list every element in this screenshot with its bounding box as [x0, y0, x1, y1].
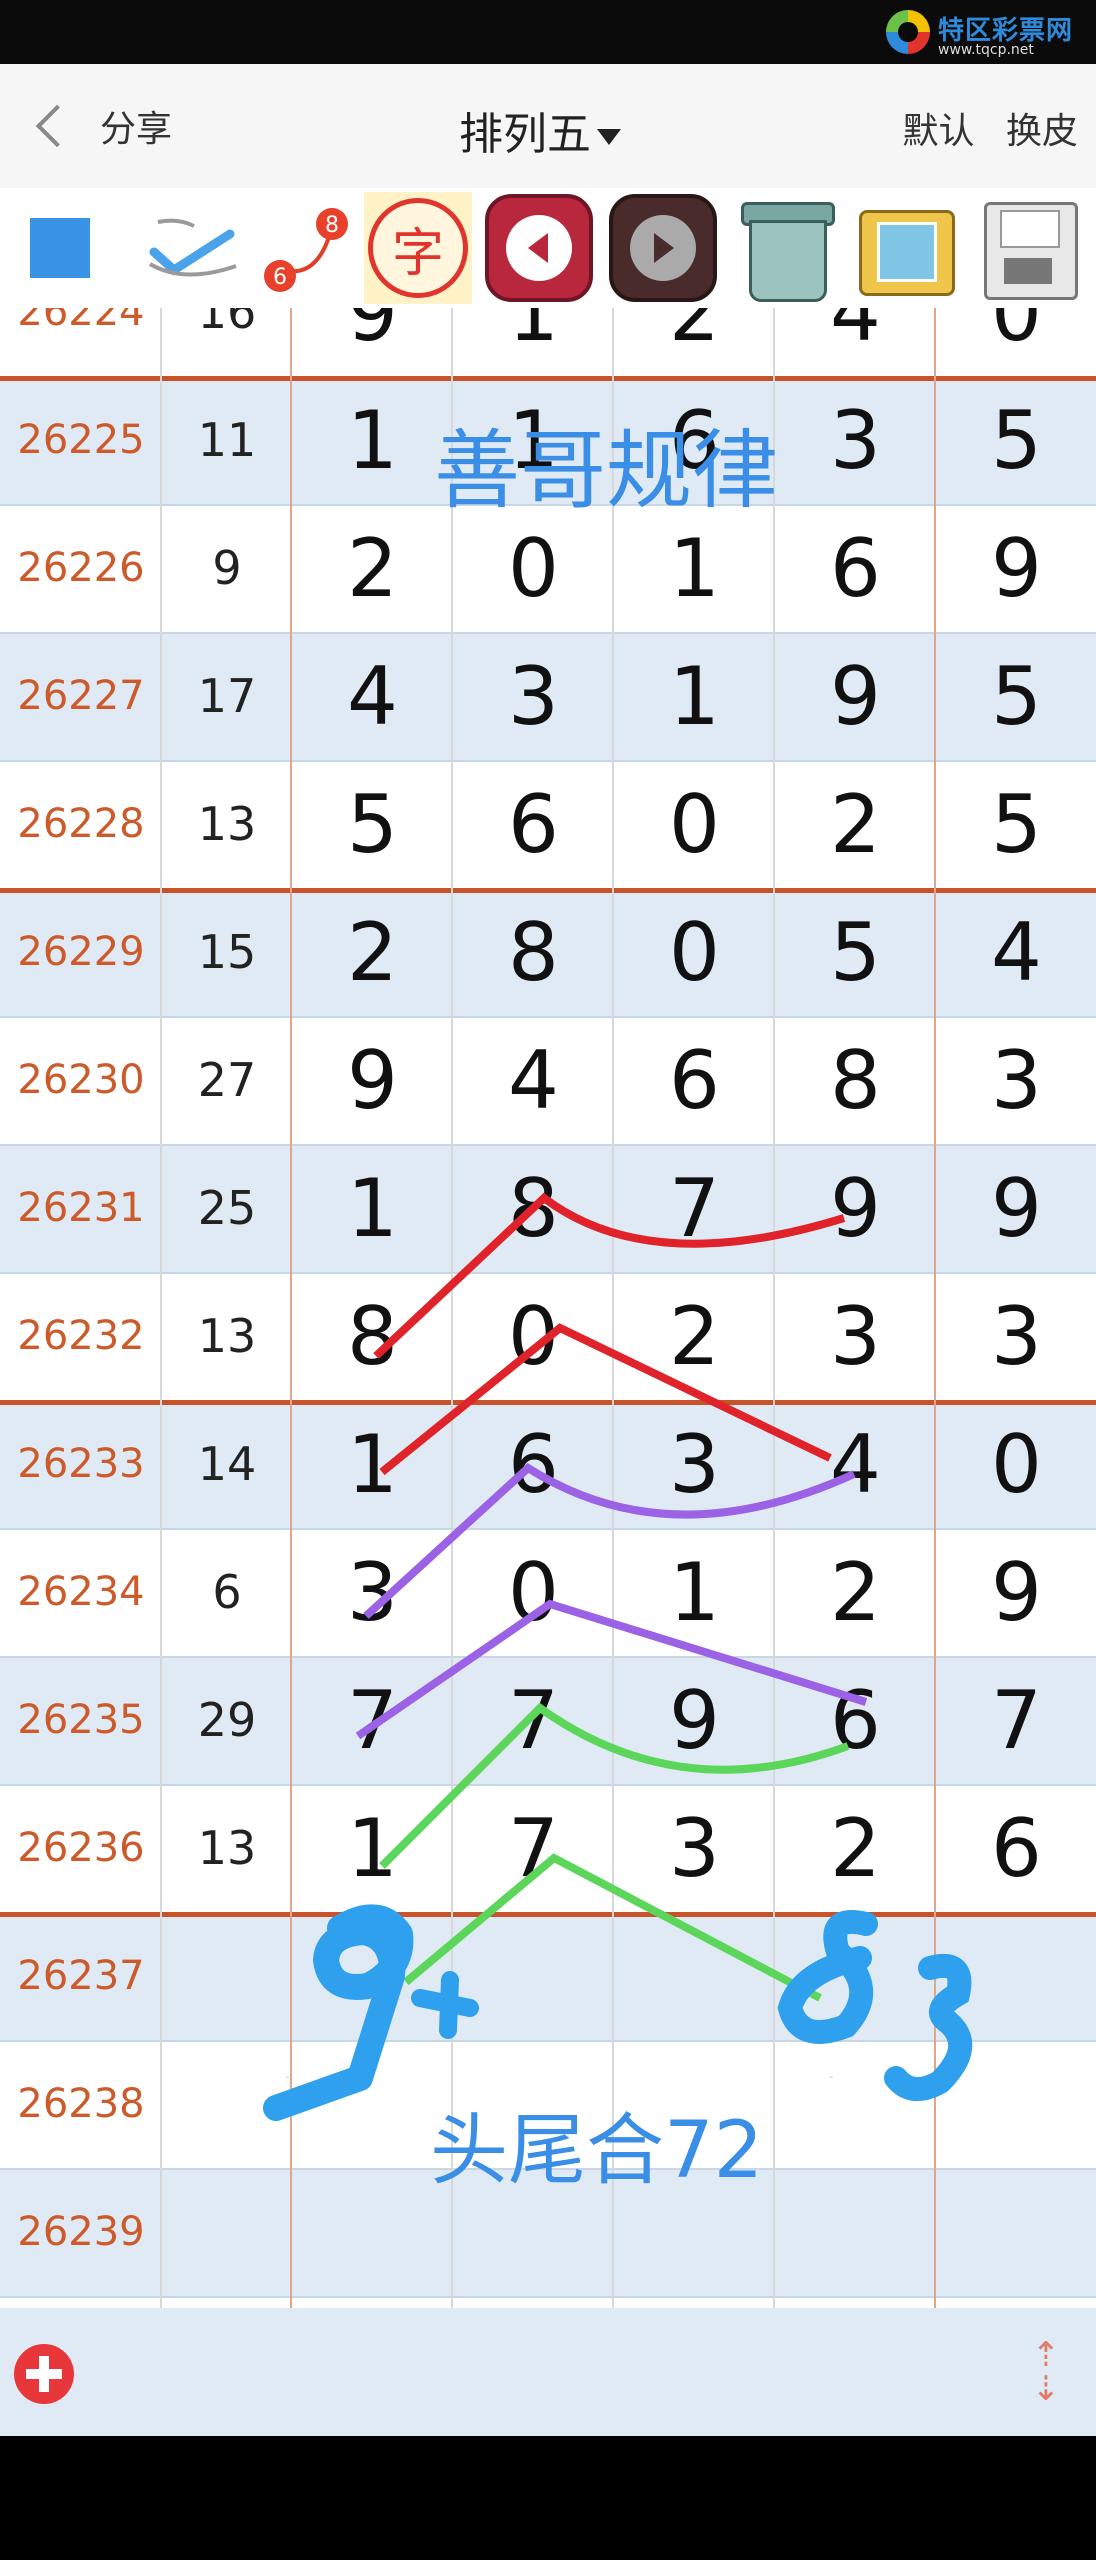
character-icon: 字	[364, 192, 472, 304]
connect-line-icon: 8 6	[264, 208, 348, 292]
save-floppy-icon	[978, 196, 1078, 300]
color-square-icon	[30, 218, 90, 278]
redo-button[interactable]	[608, 188, 718, 308]
results-table[interactable]: 26224 16 9 1 2 4 0 26225 11 1 1 6 3 5 26226 9 2 0 1 6 9 26227…	[0, 308, 1096, 2308]
pen-check-icon	[148, 218, 237, 277]
add-circle-icon[interactable]	[14, 2344, 74, 2404]
green-stroke-1	[379, 1702, 850, 1869]
image-button[interactable]	[848, 188, 960, 308]
logo-circle-icon	[886, 10, 930, 54]
svg-text:8: 8	[325, 213, 339, 238]
change-skin-button[interactable]: 换皮	[1006, 111, 1078, 152]
site-logo: 特区彩票网 www.tqcp.net	[886, 6, 1086, 58]
handwritten-right-8	[777, 1909, 878, 2044]
share-back-button[interactable]: 分享	[28, 98, 178, 154]
logo-url: www.tqcp.net	[938, 42, 1034, 58]
nav-area	[0, 2436, 1096, 2560]
purple-stroke-2	[355, 1599, 868, 1740]
app-header: 分享 排列五 默认 换皮	[0, 64, 1096, 188]
redo-arrow-icon	[609, 194, 717, 302]
status-bar: 特区彩票网 www.tqcp.net	[0, 0, 1096, 64]
drawing-overlay: 94 83	[263, 1192, 973, 2121]
header-actions: 默认 换皮	[883, 102, 1078, 154]
scroll-arrows-icon[interactable]: ⇡ ⇣	[1026, 2338, 1066, 2408]
save-button[interactable]	[970, 188, 1086, 308]
clear-button[interactable]	[730, 188, 840, 308]
caret-down-icon	[597, 129, 621, 145]
lottery-type-selector[interactable]: 排列五	[380, 98, 700, 160]
green-stroke-2	[403, 1853, 822, 2002]
handwritten-left-4	[411, 1971, 479, 2039]
pen-tool-button[interactable]	[136, 188, 252, 308]
handwritten-left-text: 94	[286, 2077, 289, 2079]
handwritten-right-text: 83	[830, 2077, 833, 2079]
red-stroke-2	[379, 1323, 832, 1476]
connect-tool-button[interactable]: 8 6	[254, 188, 358, 308]
character-label: 字	[368, 198, 468, 298]
undo-arrow-icon	[485, 194, 593, 302]
red-stroke-1	[373, 1192, 846, 1359]
handwritten-left-94	[263, 1904, 414, 2121]
share-label: 分享	[100, 109, 173, 150]
svg-text:6: 6	[273, 265, 287, 290]
purple-stroke-1	[363, 1462, 856, 1619]
page-title: 排列五	[459, 109, 591, 160]
undo-button[interactable]	[484, 188, 594, 308]
trash-icon	[737, 196, 835, 302]
color-picker-button[interactable]	[0, 188, 120, 308]
handwritten-right-3	[884, 1953, 973, 2101]
photo-icon	[853, 198, 955, 298]
drawing-toolbar: 8 6 字	[0, 188, 1096, 308]
bottom-bar: ⇡ ⇣	[0, 2308, 1096, 2436]
chevron-left-icon	[35, 104, 79, 148]
text-tool-button[interactable]: 字	[362, 188, 474, 308]
default-button[interactable]: 默认	[903, 111, 975, 152]
